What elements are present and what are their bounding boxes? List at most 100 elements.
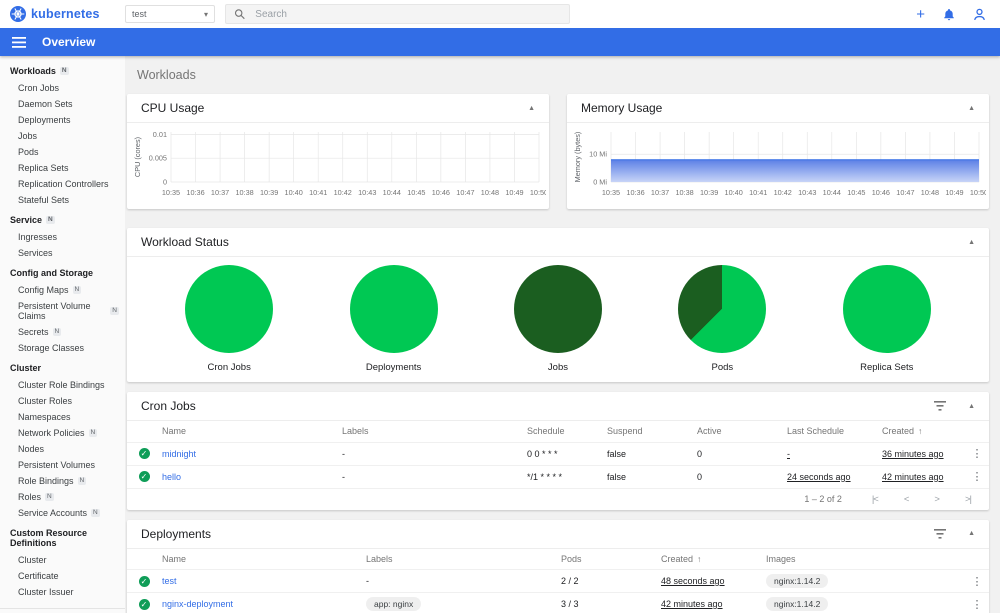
sidebar-item-cluster[interactable]: Cluster <box>0 552 125 568</box>
relative-time-link[interactable]: 24 seconds ago <box>787 472 851 482</box>
svg-text:10:44: 10:44 <box>823 188 841 197</box>
sidebar-section-service[interactable]: Service N <box>0 208 125 229</box>
sidebar-item-stateful-sets[interactable]: Stateful Sets <box>0 192 125 208</box>
sidebar-item-pods[interactable]: Pods <box>0 144 125 160</box>
search-input[interactable] <box>253 7 561 21</box>
menu-icon[interactable] <box>12 36 26 48</box>
column-header-labels[interactable]: Labels <box>365 548 560 570</box>
sidebar-item-roles[interactable]: Roles N <box>0 489 125 505</box>
sidebar-item-jobs[interactable]: Jobs <box>0 128 125 144</box>
sidebar-item-label: Nodes <box>18 444 45 454</box>
sidebar-item-cron-jobs[interactable]: Cron Jobs <box>0 80 125 96</box>
user-account-icon[interactable] <box>973 8 986 21</box>
column-header-name[interactable]: Name <box>161 421 341 443</box>
sidebar-item-cluster-role-bindings[interactable]: Cluster Role Bindings <box>0 377 125 393</box>
namespace-selector[interactable]: test ▾ <box>125 5 215 23</box>
notifications-bell-icon[interactable] <box>943 8 955 21</box>
sidebar-item-storage-classes[interactable]: Storage Classes <box>0 340 125 356</box>
sidebar-item-services[interactable]: Services <box>0 245 125 261</box>
kubernetes-logo[interactable]: kubernetes <box>0 6 125 22</box>
first-page-icon[interactable]: |< <box>872 494 879 505</box>
collapse-icon[interactable]: ▲ <box>968 530 975 537</box>
sidebar-item-nodes[interactable]: Nodes <box>0 441 125 457</box>
filter-icon[interactable] <box>934 528 947 539</box>
create-resource-button[interactable]: + <box>916 7 925 22</box>
row-menu-icon[interactable]: ⋮ <box>972 576 983 588</box>
column-header-schedule[interactable]: Schedule <box>526 421 606 443</box>
column-header-name[interactable]: Name <box>161 548 365 570</box>
sidebar-item-cluster-roles[interactable]: Cluster Roles <box>0 393 125 409</box>
cell-active: 0 <box>696 442 786 466</box>
svg-text:10:40: 10:40 <box>285 188 303 197</box>
sidebar-item-label: Jobs <box>18 131 38 141</box>
column-header-active[interactable]: Active <box>696 421 786 443</box>
sidebar-item-replica-sets[interactable]: Replica Sets <box>0 160 125 176</box>
sidebar-item-persistent-volume-claims[interactable]: Persistent Volume Claims N <box>0 298 125 324</box>
status-ok-icon: ✓ <box>138 471 150 483</box>
collapse-icon[interactable]: ▲ <box>968 105 975 112</box>
column-header-created[interactable]: Created ↑ <box>881 421 965 443</box>
sidebar-section-custom-resource-definitions[interactable]: Custom Resource Definitions <box>0 521 125 552</box>
sidebar-item-replication-controllers[interactable]: Replication Controllers <box>0 176 125 192</box>
collapse-icon[interactable]: ▲ <box>968 239 975 246</box>
sidebar-item-cluster-issuer[interactable]: Cluster Issuer <box>0 584 125 600</box>
row-menu-icon[interactable]: ⋮ <box>972 471 983 483</box>
filter-icon[interactable] <box>934 401 947 411</box>
sidebar-item-certificate[interactable]: Certificate <box>0 568 125 584</box>
cell-active: 0 <box>696 465 786 489</box>
namespaced-badge: N <box>91 508 100 518</box>
relative-time-link[interactable]: 36 minutes ago <box>882 449 944 459</box>
sidebar-item-persistent-volumes[interactable]: Persistent Volumes <box>0 457 125 473</box>
previous-page-icon[interactable]: < <box>904 494 909 505</box>
sidebar-section-workloads[interactable]: Workloads N <box>0 59 125 80</box>
row-menu-icon[interactable]: ⋮ <box>972 448 983 460</box>
column-header-images[interactable]: Images <box>765 548 965 570</box>
relative-time-link[interactable]: 42 minutes ago <box>882 472 944 482</box>
relative-time-link[interactable]: 48 seconds ago <box>661 576 725 586</box>
column-header-last-schedule[interactable]: Last Schedule <box>786 421 881 443</box>
status-ok-icon: ✓ <box>138 598 150 610</box>
sidebar-item-namespaces[interactable]: Namespaces <box>0 409 125 425</box>
kubernetes-dashboard: kubernetes test ▾ + <box>0 0 1000 613</box>
column-label: Created <box>882 426 915 437</box>
cell-value: - <box>342 448 345 459</box>
card-title: Cron Jobs <box>141 399 196 413</box>
last-page-icon[interactable]: >| <box>965 494 972 505</box>
column-header-pods[interactable]: Pods <box>560 548 660 570</box>
search-bar[interactable] <box>225 4 570 24</box>
pie-chart-pods <box>678 265 767 353</box>
pie-chart-jobs <box>513 265 602 353</box>
column-header-labels[interactable]: Labels <box>341 421 526 443</box>
row-actions-cell: ⋮ <box>965 592 989 613</box>
row-menu-icon[interactable]: ⋮ <box>972 599 983 611</box>
next-page-icon[interactable]: > <box>934 494 939 505</box>
sidebar-item-config-maps[interactable]: Config Maps N <box>0 282 125 298</box>
resource-link[interactable]: test <box>162 576 177 586</box>
status-column-header <box>127 548 161 570</box>
sidebar-section-cluster[interactable]: Cluster <box>0 356 125 377</box>
sidebar-section-label: Custom Resource Definitions <box>10 528 88 548</box>
collapse-icon[interactable]: ▲ <box>528 105 535 112</box>
sidebar-item-secrets[interactable]: Secrets N <box>0 324 125 340</box>
relative-time-link[interactable]: - <box>787 449 790 459</box>
svg-text:CPU (cores): CPU (cores) <box>133 137 142 177</box>
column-header-created[interactable]: Created ↑ <box>660 548 765 570</box>
sidebar-item-service-accounts[interactable]: Service Accounts N <box>0 505 125 521</box>
sidebar-item-daemon-sets[interactable]: Daemon Sets <box>0 96 125 112</box>
cell-labels: - <box>341 465 526 489</box>
resource-link[interactable]: nginx-deployment <box>162 599 233 609</box>
row-actions-cell: ⋮ <box>965 569 989 593</box>
collapse-icon[interactable]: ▲ <box>968 403 975 410</box>
resource-link[interactable]: hello <box>162 472 181 482</box>
svg-text:10:43: 10:43 <box>798 188 816 197</box>
sidebar-section-config-and-storage[interactable]: Config and Storage <box>0 261 125 282</box>
cell-value: false <box>607 471 627 482</box>
sidebar-item-ingresses[interactable]: Ingresses <box>0 229 125 245</box>
sidebar-item-role-bindings[interactable]: Role Bindings N <box>0 473 125 489</box>
sidebar-item-deployments[interactable]: Deployments <box>0 112 125 128</box>
column-header-suspend[interactable]: Suspend <box>606 421 696 443</box>
resource-link[interactable]: midnight <box>162 449 196 459</box>
relative-time-link[interactable]: 42 minutes ago <box>661 599 723 609</box>
card-title: Workload Status <box>141 235 229 249</box>
sidebar-item-network-policies[interactable]: Network Policies N <box>0 425 125 441</box>
